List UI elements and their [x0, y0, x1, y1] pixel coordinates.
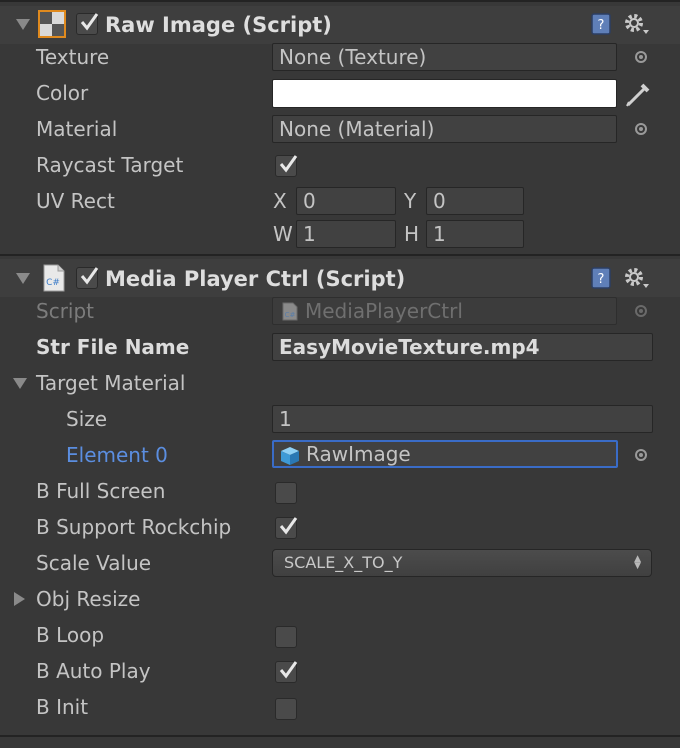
uv-w-label: W — [273, 222, 293, 246]
script-field: MediaPlayerCtrl — [272, 297, 617, 325]
b-full-screen-label: B Full Screen — [36, 479, 166, 503]
color-swatch[interactable] — [272, 79, 617, 108]
element0-label: Element 0 — [66, 443, 168, 467]
foldout-down-icon[interactable] — [16, 273, 30, 284]
scale-value-dropdown[interactable]: SCALE_X_TO_Y ▲ ▼ — [272, 549, 652, 577]
script-label: Script — [36, 299, 95, 323]
uv-h-field[interactable]: 1 — [426, 220, 524, 248]
element0-picker-icon[interactable] — [635, 449, 647, 461]
material-label: Material — [36, 117, 118, 141]
uv-y-field[interactable]: 0 — [426, 187, 524, 215]
obj-resize-label[interactable]: Obj Resize — [36, 587, 140, 611]
media-player-title: Media Player Ctrl (Script) — [105, 267, 406, 291]
raycast-target-checkbox[interactable] — [275, 155, 298, 177]
media-player-enabled-checkbox[interactable] — [76, 267, 99, 289]
media-player-header[interactable]: C# Media Player Ctrl (Script) ? — [0, 259, 680, 297]
b-loop-checkbox[interactable] — [275, 626, 297, 648]
str-file-name-field[interactable]: EasyMovieTexture.mp4 — [272, 333, 653, 361]
top-divider — [0, 0, 680, 2]
texture-field[interactable]: None (Texture) — [272, 43, 617, 71]
svg-text:?: ? — [598, 18, 605, 33]
script-field-value: MediaPlayerCtrl — [305, 299, 463, 323]
element0-field-value: RawImage — [306, 442, 411, 466]
eyedropper-icon[interactable] — [624, 80, 652, 108]
book-help-icon[interactable]: ? — [590, 13, 612, 35]
raycast-target-label: Raycast Target — [36, 153, 184, 177]
str-file-name-label: Str File Name — [36, 335, 190, 359]
svg-text:?: ? — [598, 272, 605, 287]
uv-y-label: Y — [404, 189, 417, 213]
gear-icon[interactable] — [623, 266, 651, 290]
b-support-rockchip-checkbox[interactable] — [275, 517, 298, 539]
raw-image-header[interactable]: Raw Image (Script) ? — [0, 6, 680, 44]
obj-resize-foldout-icon[interactable] — [14, 592, 25, 606]
svg-text:C#: C# — [46, 278, 60, 288]
csharp-script-icon: C# — [42, 264, 66, 292]
raw-image-enabled-checkbox[interactable] — [76, 13, 99, 35]
b-auto-play-label: B Auto Play — [36, 659, 151, 683]
uv-rect-label: UV Rect — [36, 189, 115, 213]
material-field[interactable]: None (Material) — [272, 115, 617, 143]
csharp-script-small-icon: C# — [282, 302, 298, 321]
foldout-down-icon[interactable] — [16, 19, 30, 30]
b-support-rockchip-label: B Support Rockchip — [36, 515, 232, 539]
color-label: Color — [36, 81, 89, 105]
b-auto-play-checkbox[interactable] — [275, 661, 298, 683]
gameobject-cube-icon — [279, 446, 301, 466]
component-divider — [0, 254, 680, 256]
b-init-checkbox[interactable] — [275, 698, 297, 720]
size-field[interactable]: 1 — [272, 405, 653, 433]
uv-x-field[interactable]: 0 — [296, 187, 396, 215]
texture-picker-icon[interactable] — [635, 51, 647, 63]
svg-text:C#: C# — [285, 311, 296, 319]
scale-value-label: Scale Value — [36, 551, 152, 575]
book-help-icon[interactable]: ? — [590, 267, 612, 289]
target-material-label[interactable]: Target Material — [36, 371, 185, 395]
dropdown-arrows-icon: ▲ ▼ — [634, 554, 641, 571]
target-material-foldout-icon[interactable] — [13, 378, 27, 389]
b-loop-label: B Loop — [36, 623, 105, 647]
raw-image-component-icon — [38, 10, 66, 38]
gear-icon[interactable] — [623, 12, 651, 36]
uv-w-field[interactable]: 1 — [296, 220, 396, 248]
material-picker-icon[interactable] — [635, 123, 647, 135]
b-full-screen-checkbox[interactable] — [275, 482, 297, 504]
element0-field[interactable]: RawImage — [272, 440, 618, 468]
uv-h-label: H — [404, 222, 420, 246]
scale-value-selected: SCALE_X_TO_Y — [284, 553, 403, 572]
raw-image-title: Raw Image (Script) — [105, 13, 332, 37]
texture-label: Texture — [36, 45, 110, 69]
bottom-divider — [0, 735, 680, 737]
uv-x-label: X — [273, 189, 287, 213]
b-init-label: B Init — [36, 695, 89, 719]
size-label: Size — [66, 407, 108, 431]
script-picker-icon — [635, 305, 647, 317]
